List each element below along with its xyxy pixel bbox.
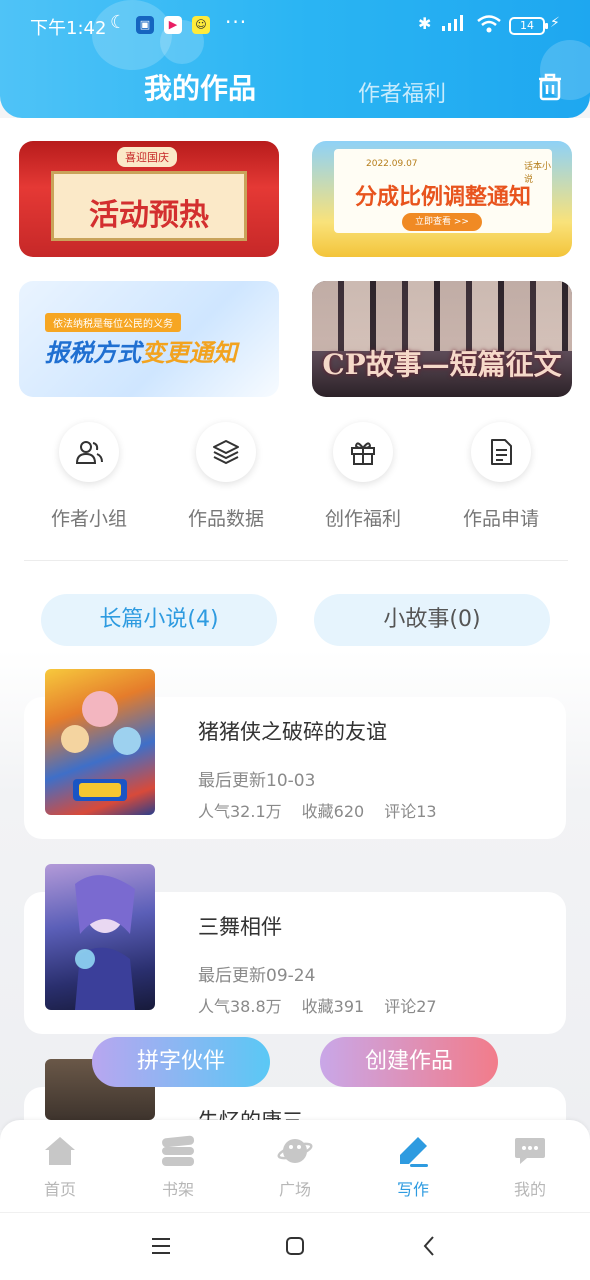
trash-icon[interactable] [536,72,564,102]
planet-icon [255,1134,335,1168]
nav-label: 我的 [513,1180,546,1199]
banner-title: 报税方式变更通知 [45,333,237,368]
banner-title-part1: 报税方式 [45,339,141,367]
work-last-updated: 最后更新09-24 [198,966,316,986]
quick-action-work-data[interactable]: 作品数据 [180,422,272,531]
tab-short-story[interactable]: 小故事(0) [314,594,550,646]
nav-writing[interactable]: 写作 [373,1134,453,1200]
divider [24,560,568,561]
banner-title: 活动预热 [89,198,209,233]
home-icon [20,1134,100,1168]
nav-bookshelf[interactable]: 书架 [138,1134,218,1200]
quick-action-creation-welfare[interactable]: 创作福利 [317,422,409,531]
work-last-updated: 最后更新10-03 [198,771,316,791]
work-favorites: 收藏391 [301,997,365,1016]
bottom-nav: 首页 书架 广场 写作 我的 [0,1120,590,1212]
nav-label: 广场 [278,1180,311,1199]
signal-icon [440,14,468,36]
pen-icon [373,1134,453,1168]
moon-icon: ☾ [110,12,127,33]
create-work-button[interactable]: 创建作品 [320,1037,498,1087]
banner-date: 2022.09.07 [366,159,418,169]
work-favorites: 收藏620 [301,802,365,821]
nav-label: 首页 [43,1180,76,1199]
work-comments: 评论27 [384,997,437,1016]
status-bar: 下午1:42 ☾ ▣ ▶ ☺ ··· ✱ 14 ⚡ [0,0,590,52]
more-notifications-icon: ··· [225,10,248,34]
battery-indicator: 14 [509,17,548,35]
work-cover-image[interactable] [45,864,155,1010]
play-store-icon: ▶ [164,16,182,34]
quick-action-work-application[interactable]: 作品申请 [455,422,547,531]
recent-apps-icon[interactable] [150,1237,172,1259]
writing-partner-button[interactable]: 拼字伙伴 [92,1037,270,1087]
nav-home[interactable]: 首页 [20,1134,100,1200]
quick-action-label: 作品数据 [187,508,264,530]
app-notification-icon: ▣ [136,16,154,34]
quick-action-label: 作品申请 [462,508,539,530]
tab-my-works[interactable]: 我的作品 [144,67,256,107]
app-header: 下午1:42 ☾ ▣ ▶ ☺ ··· ✱ 14 ⚡ 我的作品 作者福利 [0,0,590,118]
back-icon[interactable] [422,1235,436,1261]
quick-action-author-group[interactable]: 作者小组 [43,422,135,531]
document-icon [471,422,531,482]
charging-icon: ⚡ [550,15,560,31]
work-title: 三舞相伴 [198,915,282,939]
work-popularity: 人气38.8万 [198,997,282,1016]
bookshelf-icon [138,1134,218,1168]
work-comments: 评论13 [384,802,437,821]
tab-long-novel[interactable]: 长篇小说(4) [41,594,277,646]
app-notification-icon: ☺ [192,16,210,34]
nav-label: 写作 [396,1180,429,1199]
home-button-icon[interactable] [285,1236,305,1260]
banner-title: CP故事—短篇征文 [322,348,562,381]
nav-profile[interactable]: 我的 [490,1134,570,1200]
tab-author-welfare[interactable]: 作者福利 [358,76,446,108]
bluetooth-icon: ✱ [418,14,432,33]
banner-activity-warmup[interactable]: 喜迎国庆 活动预热 [19,141,279,257]
banner-characters-image [312,281,572,351]
banner-revenue-share-notice[interactable]: 2022.09.07 话本小说 分成比例调整通知 立即查看 >> [312,141,572,257]
banner-tag: 喜迎国庆 [117,147,177,167]
work-title: 猪猪侠之破碎的友谊 [198,720,387,744]
work-title: 失忆的唐三 [198,1105,303,1120]
quick-action-label: 作者小组 [50,508,127,530]
layers-icon [196,422,256,482]
banner-title: 分成比例调整通知 [354,185,531,210]
banner-title-part2: 变更通知 [141,339,237,367]
group-icon [59,422,119,482]
nav-label: 书架 [161,1180,194,1199]
system-nav-bar [0,1212,590,1280]
banner-subtitle: 依法纳税是每位公民的义务 [45,313,181,332]
work-stats: 人气38.8万 收藏391 评论27 [198,993,457,1017]
wifi-icon [476,14,502,38]
banner-tax-notice[interactable]: 依法纳税是每位公民的义务 报税方式变更通知 [19,281,279,397]
work-stats: 人气32.1万 收藏620 评论13 [198,798,457,822]
quick-action-label: 创作福利 [324,508,401,530]
gift-icon [333,422,393,482]
banner-view-button[interactable]: 立即查看 >> [402,213,482,231]
chat-icon [490,1134,570,1168]
banner-cp-story-contest[interactable]: CP故事—短篇征文 [312,281,572,397]
work-popularity: 人气32.1万 [198,802,282,821]
status-time: 下午1:42 [30,18,107,39]
work-cover-image[interactable] [45,669,155,815]
banner-scroll: 活动预热 [51,171,247,241]
nav-square[interactable]: 广场 [255,1134,335,1200]
